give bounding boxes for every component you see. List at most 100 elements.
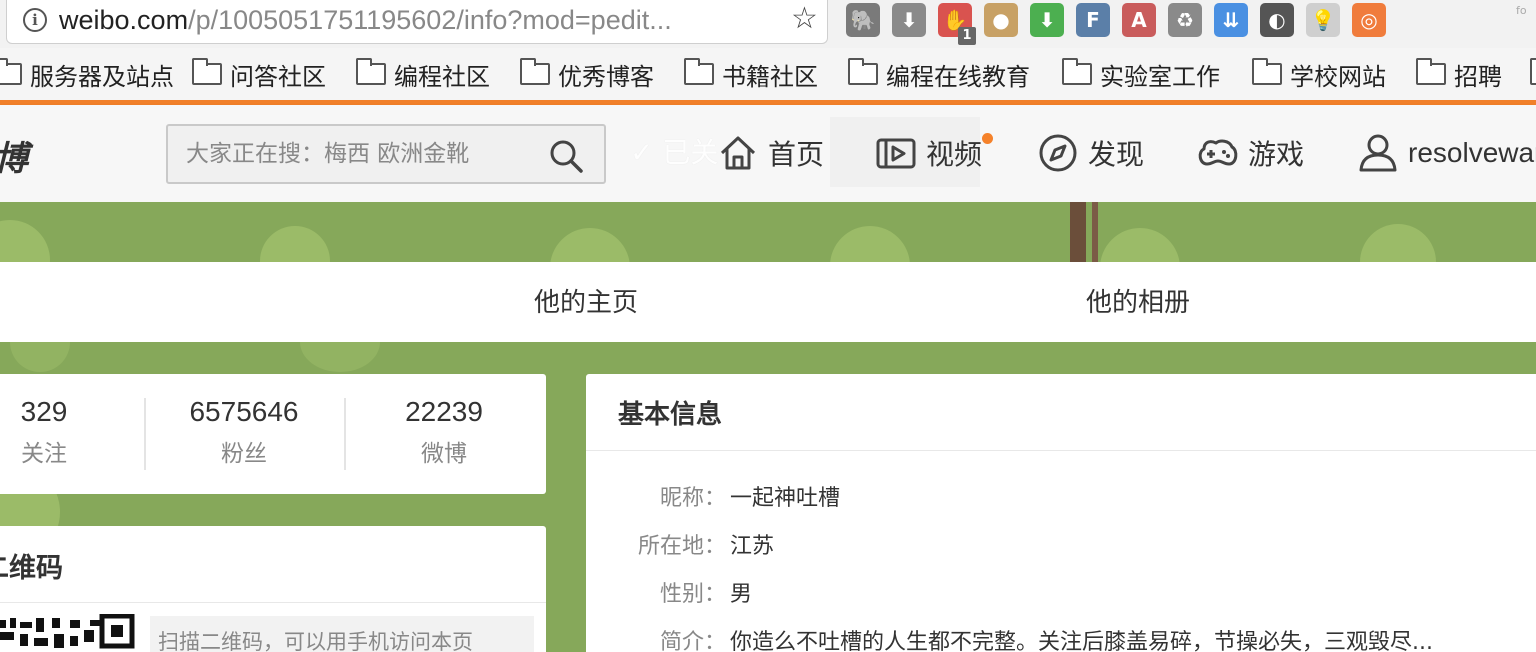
stat-divider [344, 398, 346, 470]
qr-code-image [0, 614, 135, 649]
url-path: /p/1005051751195602/info?mod=pedit... [188, 5, 672, 35]
bookmark-item[interactable]: 招聘 [1416, 58, 1502, 91]
info-value: 一起神吐槽 [730, 486, 841, 511]
basic-info-title: 基本信息 [618, 400, 723, 430]
info-label: 性别： [659, 582, 726, 607]
nav-home[interactable]: 首页 [716, 131, 824, 175]
nav-games-label: 游戏 [1248, 138, 1305, 171]
divider [586, 450, 1536, 451]
stat-following-label: 关注 [21, 441, 67, 467]
cookie-icon[interactable]: ● [984, 3, 1018, 37]
bookmark-label: 编程在线教育 [886, 62, 1030, 91]
folder-icon [1062, 58, 1092, 85]
save-icon[interactable]: ⇊ [1214, 3, 1248, 37]
folder-icon [1530, 58, 1536, 85]
info-value: 男 [730, 582, 753, 607]
stat-divider [144, 398, 146, 470]
home-icon [720, 136, 756, 170]
browser-toolbar: i weibo.com/p/1005051751195602/info?mod=… [0, 0, 1536, 48]
info-row-bio: 简介： 你造么不吐槽的人生都不完整。关注后膝盖易碎，节操必失，三观毁尽... [586, 624, 1433, 652]
nav-discover-label: 发现 [1088, 138, 1145, 171]
qr-code-card: 二维码 扫描二维码，可以用手机访问本页 [0, 526, 546, 652]
bookmark-item[interactable]: 服务器及站点 [0, 58, 174, 91]
stat-followers[interactable]: 6575646 粉丝 [174, 396, 314, 468]
url-text[interactable]: weibo.com/p/1005051751195602/info?mod=pe… [59, 4, 672, 36]
bookmark-item[interactable]: 编程在线教育 [848, 58, 1030, 91]
weibo-top-nav: 博 ✓ 已关 首页 视频 发现 游戏 resolvewang [0, 105, 1536, 202]
stats-card: 329 关注 6575646 粉丝 22239 微博 [0, 374, 546, 494]
bookmark-item[interactable]: 优秀博客 [520, 58, 654, 91]
bookmark-overflow[interactable] [1530, 58, 1536, 90]
info-row-nickname: 昵称： 一起神吐槽 [586, 480, 840, 512]
lifebuoy-icon[interactable]: ◎ [1352, 3, 1386, 37]
followed-indicator: ✓ 已关 [630, 136, 719, 169]
video-icon [876, 138, 916, 169]
info-value: 你造么不吐槽的人生都不完整。关注后膝盖易碎，节操必失，三观毁尽... [730, 630, 1433, 652]
download-icon[interactable]: ⬇ [1030, 3, 1064, 37]
info-value: 江苏 [730, 534, 775, 559]
adblock-icon[interactable]: ✋ 1 [938, 3, 976, 45]
profile-tab-bar: 他的主页 他的相册 [0, 262, 1536, 342]
search-box [166, 124, 606, 184]
bookmark-label: 学校网站 [1290, 62, 1386, 91]
url-host: weibo.com [59, 5, 189, 35]
bookmark-item[interactable]: 编程社区 [356, 58, 490, 91]
tab-album[interactable]: 他的相册 [1086, 282, 1190, 319]
address-bar[interactable]: i weibo.com/p/1005051751195602/info?mod=… [6, 0, 828, 44]
feedly-icon[interactable]: F [1076, 3, 1110, 37]
site-info-icon[interactable]: i [23, 8, 47, 32]
bookmark-item[interactable]: 书籍社区 [684, 58, 818, 91]
bookmark-star-icon[interactable]: ☆ [791, 2, 818, 36]
folder-icon [192, 58, 222, 85]
info-row-gender: 性别： 男 [586, 576, 752, 608]
stat-followers-label: 粉丝 [221, 441, 267, 467]
folder-icon [684, 58, 714, 85]
divider [0, 602, 546, 603]
info-label: 所在地： [637, 534, 726, 559]
bookmark-item[interactable]: 实验室工作 [1062, 58, 1220, 91]
pocket-icon[interactable]: ⬇ [892, 3, 926, 37]
evernote-icon[interactable]: 🐘 [846, 3, 880, 37]
weibo-logo[interactable]: 博 [0, 131, 28, 180]
bookmark-label: 编程社区 [394, 62, 490, 91]
bookmark-label: 问答社区 [230, 62, 326, 91]
info-label: 简介： [659, 630, 726, 652]
stat-posts-label: 微博 [421, 441, 467, 467]
nav-games[interactable]: 游戏 [1196, 131, 1304, 175]
stat-posts[interactable]: 22239 微博 [374, 396, 514, 468]
search-icon[interactable] [548, 138, 584, 174]
nav-home-label: 首页 [768, 138, 825, 171]
nav-user[interactable]: resolvewang [1356, 131, 1536, 175]
pdf-icon[interactable]: A [1122, 3, 1156, 37]
bookmark-label: 优秀博客 [558, 62, 654, 91]
info-row-location: 所在地： 江苏 [586, 528, 774, 560]
cover-tree-branch [1092, 202, 1098, 262]
nav-video[interactable]: 视频 [874, 131, 982, 175]
bookmark-item[interactable]: 问答社区 [192, 58, 326, 91]
extension-badge: 1 [958, 27, 976, 45]
folder-icon [848, 58, 878, 85]
nav-discover[interactable]: 发现 [1036, 131, 1144, 175]
stat-following-value: 329 [20, 396, 68, 427]
tab-home[interactable]: 他的主页 [534, 282, 638, 319]
bookmarks-bar: 服务器及站点 问答社区 编程社区 优秀博客 书籍社区 编程在线教育 实验室工作 学校网站 招聘 [0, 48, 1536, 102]
stat-posts-value: 22239 [405, 396, 483, 427]
gamepad-icon [1198, 139, 1238, 166]
bookmark-item[interactable]: 学校网站 [1252, 58, 1386, 91]
bulb-icon[interactable]: 💡 [1306, 3, 1340, 37]
stat-followers-value: 6575646 [189, 396, 299, 427]
folder-icon [356, 58, 386, 85]
basic-info-card: 基本信息 昵称： 一起神吐槽 所在地： 江苏 性别： 男 简介： 你造么不吐槽的… [586, 374, 1536, 652]
info-label: 昵称： [659, 486, 726, 511]
search-input[interactable] [186, 126, 546, 182]
stat-following[interactable]: 329 关注 [0, 396, 114, 468]
nav-video-label: 视频 [926, 138, 983, 171]
cover-tree [1070, 202, 1086, 262]
folder-icon [0, 58, 22, 85]
mask-icon[interactable]: ◐ [1260, 3, 1294, 37]
bookmark-label: 实验室工作 [1100, 62, 1220, 91]
folder-icon [520, 58, 550, 85]
extension-overflow: fo [1516, 4, 1527, 17]
recycle-icon[interactable]: ♻ [1168, 3, 1202, 37]
bookmark-label: 招聘 [1454, 62, 1502, 91]
